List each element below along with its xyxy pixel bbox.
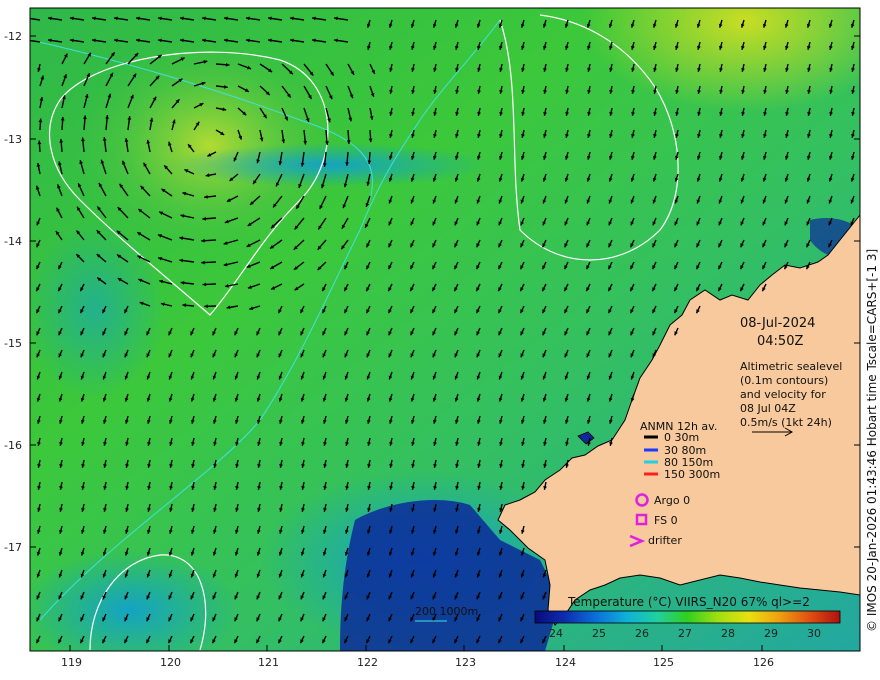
legend-item-label: 150 300m — [664, 468, 720, 481]
lon-tick-label: 124 — [555, 656, 576, 669]
lon-tick-label: 121 — [258, 656, 279, 669]
colorbar-tick: 24 — [549, 627, 563, 640]
info-line: and velocity for — [740, 388, 826, 401]
lat-tick-label: -12 — [4, 30, 22, 43]
info-line: (0.1m contours) — [740, 374, 828, 387]
lon-tick-label: 126 — [753, 656, 774, 669]
map-time: 04:50Z — [757, 334, 803, 349]
lon-tick-label: 119 — [61, 656, 82, 669]
colorbar-tick: 26 — [635, 627, 649, 640]
colorbar-title: Temperature (°C) VIIRS_N20 67% ql>=2 — [567, 595, 810, 609]
cool-patch-west — [30, 220, 165, 400]
lon-tick-label: 123 — [455, 656, 476, 669]
map-date: 08-Jul-2024 — [740, 316, 815, 331]
map-plot-area — [26, 8, 860, 651]
colorbar-tick: 29 — [764, 627, 778, 640]
colorbar-tick: 28 — [721, 627, 735, 640]
cool-band-north — [170, 143, 490, 187]
lon-tick-label: 120 — [160, 656, 181, 669]
info-line: 0.5m/s (1kt 24h) — [740, 416, 832, 429]
lon-tick-label: 125 — [653, 656, 674, 669]
credit-text: © IMOS 20-Jan-2026 01:43:46 Hobart time … — [865, 249, 879, 632]
lat-tick-label: -13 — [4, 133, 22, 146]
fs-label: FS 0 — [654, 514, 678, 527]
lat-tick-label: -17 — [4, 541, 22, 554]
drifter-label: drifter — [648, 534, 682, 547]
legend-item-label: 0 30m — [664, 431, 699, 444]
info-line: 08 Jul 04Z — [740, 402, 796, 415]
warm-region-ne — [400, 8, 860, 268]
ocean-current-map: -12 -13 -14 -15 -16 -17 119 120 121 122 … — [4, 7, 879, 669]
colorbar-tick: 27 — [678, 627, 692, 640]
bathy-label: 200 1000m — [415, 605, 478, 618]
lon-tick-label: 122 — [357, 656, 378, 669]
velocity-arrowhead — [26, 17, 30, 21]
velocity-arrowhead — [26, 39, 30, 43]
lat-tick-label: -15 — [4, 337, 22, 350]
info-line: Altimetric sealevel — [740, 360, 842, 373]
lat-tick-label: -16 — [4, 439, 22, 452]
argo-label: Argo 0 — [654, 494, 690, 507]
cool-region-sw — [30, 550, 240, 651]
lat-tick-label: -14 — [4, 235, 22, 248]
colorbar-tick: 25 — [592, 627, 606, 640]
colorbar-tick: 30 — [807, 627, 821, 640]
colorbar-bar — [534, 610, 841, 624]
